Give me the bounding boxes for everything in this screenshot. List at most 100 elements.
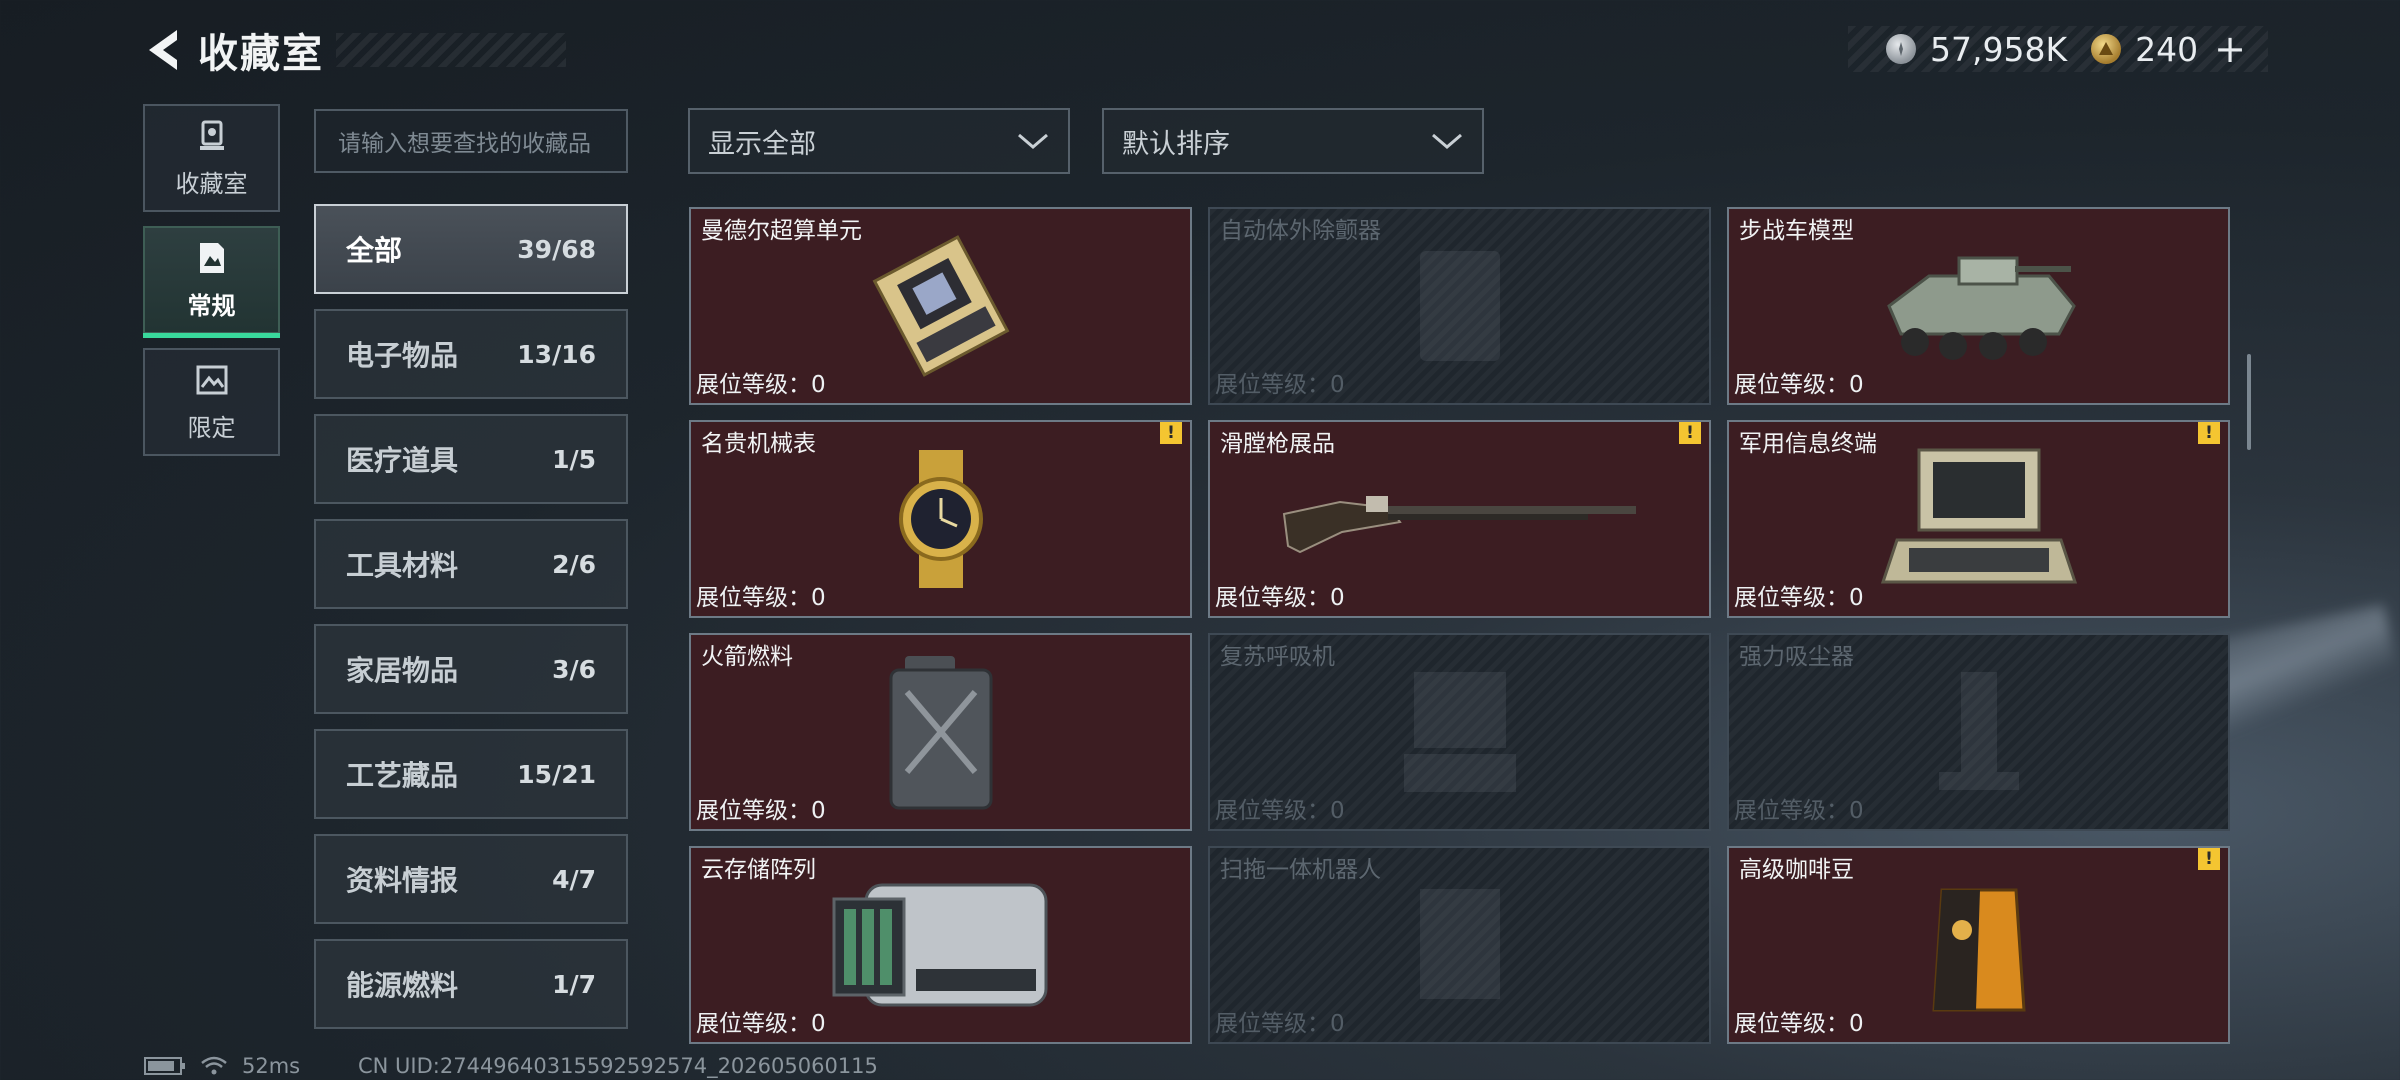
display-filter-value: 显示全部 xyxy=(708,128,816,160)
category-household[interactable]: 家居物品 3/6 xyxy=(314,624,628,714)
category-count: 2/6 xyxy=(552,549,596,579)
warning-icon: ! xyxy=(2198,848,2220,870)
side-tab-limited[interactable]: 限定 xyxy=(143,348,280,456)
back-button[interactable] xyxy=(140,22,188,78)
category-count: 1/5 xyxy=(552,444,596,474)
warning-icon: ! xyxy=(1160,422,1182,444)
jerrycan-icon xyxy=(889,656,992,810)
collection-card[interactable]: 复苏呼吸机 展位等级：0 xyxy=(1208,633,1711,831)
item-name: 扫拖一体机器人 xyxy=(1220,857,1381,883)
category-name: 家居物品 xyxy=(346,654,459,687)
booth-level: 展位等级：0 xyxy=(1734,798,1864,824)
category-intel[interactable]: 资料情报 4/7 xyxy=(314,834,628,924)
booth-level: 展位等级：0 xyxy=(1215,585,1345,611)
side-tab-collection-room[interactable]: 收藏室 xyxy=(143,104,280,212)
ventilator-icon xyxy=(1403,672,1516,792)
currency-bar: 57,958K 240 + xyxy=(1848,26,2268,72)
trophy-icon xyxy=(199,120,224,150)
category-count: 39/68 xyxy=(517,234,596,264)
category-name: 能源燃料 xyxy=(346,969,459,1002)
page-title: 收藏室 xyxy=(198,31,324,77)
chevron-down-icon xyxy=(1018,133,1048,149)
item-name: 火箭燃料 xyxy=(701,644,793,670)
category-name: 资料情报 xyxy=(346,864,459,897)
collection-card[interactable]: 步战车模型 展位等级：0 xyxy=(1727,207,2230,405)
image-icon xyxy=(196,365,227,394)
category-fuel[interactable]: 能源燃料 1/7 xyxy=(314,939,628,1029)
booth-level: 展位等级：0 xyxy=(1215,798,1345,824)
back-arrow-icon xyxy=(149,30,177,70)
collection-card[interactable]: 名贵机械表 ! 展位等级：0 xyxy=(689,420,1192,618)
robot-vacuum-icon xyxy=(1419,889,1500,999)
wifi-icon xyxy=(201,1056,227,1075)
warning-icon: ! xyxy=(1679,422,1701,444)
grid-scrollbar[interactable] xyxy=(2247,354,2251,450)
collection-card[interactable]: 强力吸尘器 展位等级：0 xyxy=(1727,633,2230,831)
side-tab-regular[interactable]: 常规 xyxy=(143,226,280,338)
warning-icon: ! xyxy=(2198,422,2220,444)
item-name: 高级咖啡豆 xyxy=(1739,857,1854,883)
battery-icon xyxy=(144,1057,185,1075)
user-uid: CN UID:27449640315592592574_202605060115 xyxy=(358,1054,878,1078)
title-decoration xyxy=(336,33,566,67)
item-name: 名贵机械表 xyxy=(701,431,816,457)
ping-value: 52ms xyxy=(242,1054,301,1078)
item-name: 自动体外除颤器 xyxy=(1220,218,1381,244)
collection-card[interactable]: 军用信息终端 ! 展位等级：0 xyxy=(1727,420,2230,618)
collection-card[interactable]: 曼德尔超算单元 展位等级：0 xyxy=(689,207,1192,405)
item-name: 复苏呼吸机 xyxy=(1220,644,1335,670)
add-currency-button[interactable]: + xyxy=(2214,27,2246,71)
gold-coin-icon xyxy=(2091,34,2122,64)
collection-card[interactable]: 云存储阵列 展位等级：0 xyxy=(689,846,1192,1044)
category-tools[interactable]: 工具材料 2/6 xyxy=(314,519,628,609)
category-crafts[interactable]: 工艺藏品 15/21 xyxy=(314,729,628,819)
side-tab-label: 收藏室 xyxy=(175,169,248,198)
collection-card[interactable]: 高级咖啡豆 ! 展位等级：0 xyxy=(1727,846,2230,1044)
booth-level: 展位等级：0 xyxy=(696,1011,826,1037)
item-name: 曼德尔超算单元 xyxy=(701,218,862,244)
display-filter-dropdown[interactable]: 显示全部 xyxy=(688,108,1070,174)
side-tab-label: 限定 xyxy=(187,413,236,442)
booth-level: 展位等级：0 xyxy=(1734,372,1864,398)
defibrillator-icon xyxy=(1419,251,1500,361)
sort-dropdown[interactable]: 默认排序 xyxy=(1102,108,1484,174)
silver-amount: 57,958K xyxy=(1930,29,2068,69)
collection-card[interactable]: 滑膛枪展品 ! 展位等级：0 xyxy=(1208,420,1711,618)
item-name: 步战车模型 xyxy=(1739,218,1854,244)
category-electronics[interactable]: 电子物品 13/16 xyxy=(314,309,628,399)
booth-level: 展位等级：0 xyxy=(696,585,826,611)
booth-level: 展位等级：0 xyxy=(1734,585,1864,611)
coffee-bag-icon xyxy=(1931,888,2026,1012)
booth-level: 展位等级：0 xyxy=(696,798,826,824)
category-all[interactable]: 全部 39/68 xyxy=(314,204,628,294)
category-name: 电子物品 xyxy=(346,339,459,372)
collection-card[interactable]: 自动体外除颤器 展位等级：0 xyxy=(1208,207,1711,405)
document-icon xyxy=(199,242,224,273)
booth-level: 展位等级：0 xyxy=(1215,1011,1345,1037)
silver-coin-icon xyxy=(1886,34,1917,64)
musket-icon xyxy=(1282,496,1636,554)
storage-array-icon xyxy=(832,883,1047,1007)
vacuum-icon xyxy=(1938,672,2019,790)
item-name: 滑膛枪展品 xyxy=(1220,431,1335,457)
category-name: 全部 xyxy=(346,234,403,267)
category-count: 3/6 xyxy=(552,654,596,684)
category-name: 医疗道具 xyxy=(346,444,459,477)
category-medical[interactable]: 医疗道具 1/5 xyxy=(314,414,628,504)
supercomputer-unit-icon xyxy=(872,235,1009,377)
category-count: 1/7 xyxy=(552,969,596,999)
category-count: 4/7 xyxy=(552,864,596,894)
booth-level: 展位等级：0 xyxy=(696,372,826,398)
active-tab-indicator xyxy=(143,333,280,338)
collection-card[interactable]: 扫拖一体机器人 展位等级：0 xyxy=(1208,846,1711,1044)
ifv-model-icon xyxy=(1886,256,2076,360)
item-name: 军用信息终端 xyxy=(1739,431,1877,457)
category-name: 工具材料 xyxy=(346,549,459,582)
item-name: 强力吸尘器 xyxy=(1739,644,1854,670)
collection-search-input[interactable]: 请输入想要查找的收藏品 xyxy=(314,109,628,173)
booth-level: 展位等级：0 xyxy=(1734,1011,1864,1037)
watch-icon xyxy=(898,450,983,588)
collection-card[interactable]: 火箭燃料 展位等级：0 xyxy=(689,633,1192,831)
chevron-down-icon xyxy=(1432,133,1462,149)
terminal-icon xyxy=(1880,448,2077,584)
